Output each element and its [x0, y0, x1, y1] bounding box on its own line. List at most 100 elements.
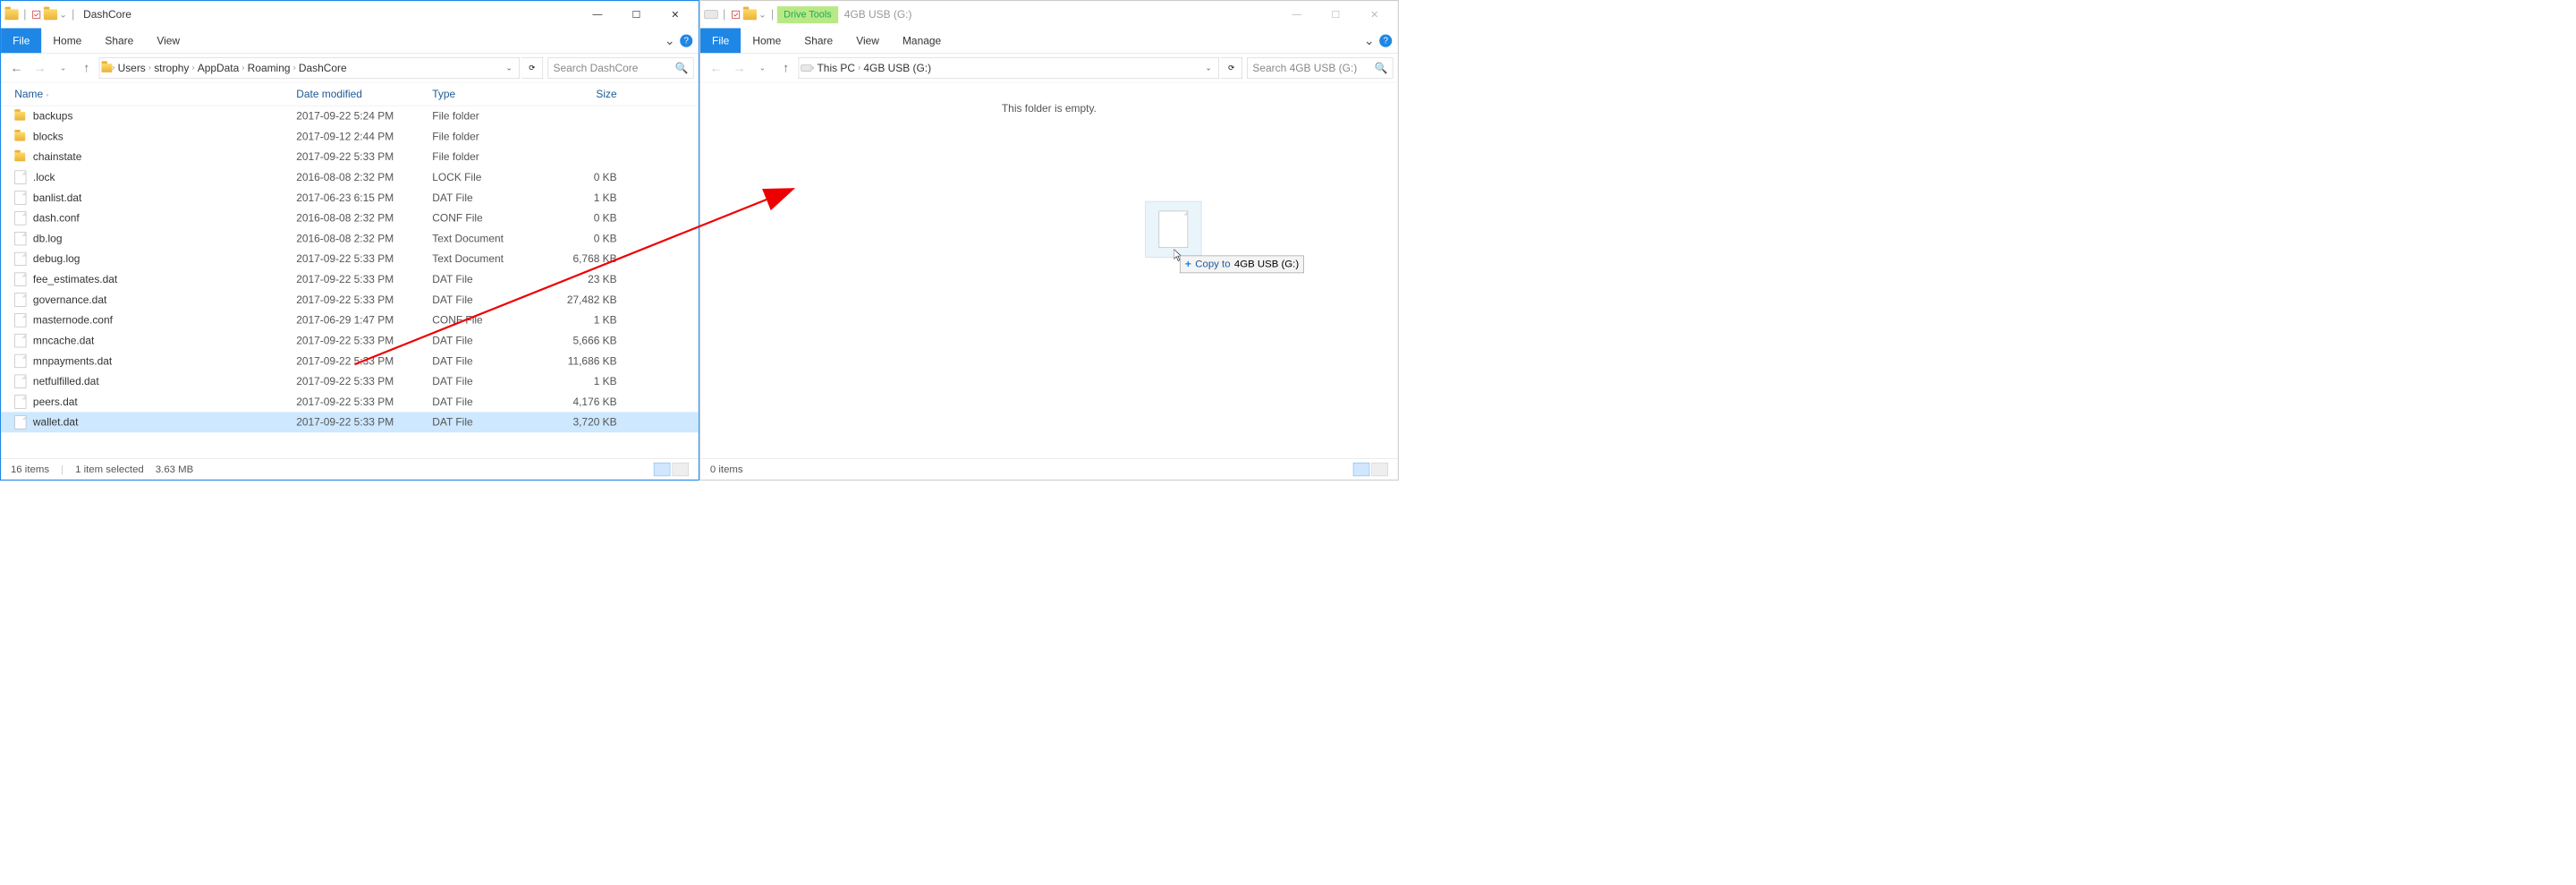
file-list[interactable]: backups2017-09-22 5:24 PMFile folderbloc…	[1, 106, 699, 458]
breadcrumb-part[interactable]: Users	[114, 62, 148, 74]
new-folder-icon[interactable]	[743, 9, 757, 20]
file-row[interactable]: blocks2017-09-12 2:44 PMFile folder	[1, 126, 699, 147]
tab-file[interactable]: File	[700, 28, 741, 53]
file-row[interactable]: masternode.conf2017-06-29 1:47 PMCONF Fi…	[1, 310, 699, 330]
minimize-button[interactable]: —	[578, 3, 616, 27]
drop-target-text: 4GB USB (G:)	[1234, 259, 1299, 270]
close-button[interactable]: ✕	[656, 3, 694, 27]
expand-ribbon-icon[interactable]: ⌄	[1364, 33, 1375, 48]
file-icon	[14, 375, 33, 388]
thumbnails-view-button[interactable]	[1371, 463, 1387, 476]
maximize-button[interactable]: ☐	[1317, 3, 1355, 27]
breadcrumb-part[interactable]: DashCore	[296, 62, 350, 74]
titlebar: | ⌄ | DashCore — ☐ ✕	[1, 1, 699, 28]
quick-access-toolbar: | ⌄ |	[4, 8, 77, 21]
file-row[interactable]: wallet.dat2017-09-22 5:33 PMDAT File3,72…	[1, 412, 699, 432]
status-bar: 16 items | 1 item selected 3.63 MB	[1, 458, 699, 480]
maximize-button[interactable]: ☐	[617, 3, 656, 27]
drop-tooltip: + Copy to 4GB USB (G:)	[1180, 256, 1304, 274]
forward-button[interactable]: →	[30, 57, 51, 79]
content-area[interactable]: This folder is empty. + Copy to 4GB USB …	[700, 82, 1398, 458]
folder-icon	[14, 132, 33, 141]
file-row[interactable]: banlist.dat2017-06-23 6:15 PMDAT File1 K…	[1, 188, 699, 208]
file-row[interactable]: netfulfilled.dat2017-09-22 5:33 PMDAT Fi…	[1, 371, 699, 392]
column-type[interactable]: Type	[432, 88, 558, 100]
expand-ribbon-icon[interactable]: ⌄	[665, 33, 675, 48]
ribbon-tabs: File Home Share View ⌄ ?	[1, 28, 699, 53]
properties-icon[interactable]	[731, 9, 741, 20]
file-icon	[14, 171, 33, 184]
tab-share[interactable]: Share	[792, 28, 844, 53]
file-row[interactable]: .lock2016-08-08 2:32 PMLOCK File0 KB	[1, 167, 699, 188]
close-button[interactable]: ✕	[1355, 3, 1394, 27]
cell-size: 23 KB	[558, 273, 636, 285]
search-input[interactable]: Search DashCore 🔍	[548, 57, 694, 79]
help-icon[interactable]: ?	[680, 34, 692, 47]
back-button[interactable]: ←	[6, 57, 28, 79]
file-row[interactable]: dash.conf2016-08-08 2:32 PMCONF File0 KB	[1, 208, 699, 228]
cell-size: 1 KB	[558, 314, 636, 327]
file-row[interactable]: mnpayments.dat2017-09-22 5:33 PMDAT File…	[1, 351, 699, 371]
file-row[interactable]: chainstate2017-09-22 5:33 PMFile folder	[1, 147, 699, 167]
tab-manage[interactable]: Manage	[891, 28, 953, 53]
back-button[interactable]: ←	[705, 57, 726, 79]
recent-dropdown-icon[interactable]: ⌄	[752, 57, 774, 79]
up-button[interactable]: ↑	[76, 57, 97, 79]
forward-button[interactable]: →	[729, 57, 750, 79]
tab-home[interactable]: Home	[41, 28, 93, 53]
tab-view[interactable]: View	[145, 28, 191, 53]
breadcrumb-part[interactable]: AppData	[195, 62, 242, 74]
column-size[interactable]: Size	[558, 88, 636, 100]
details-view-button[interactable]	[1353, 463, 1369, 476]
search-input[interactable]: Search 4GB USB (G:) 🔍	[1247, 57, 1393, 79]
address-dropdown-icon[interactable]: ⌄	[501, 63, 517, 72]
address-dropdown-icon[interactable]: ⌄	[1200, 63, 1216, 72]
cell-type: Text Document	[432, 252, 558, 265]
tab-file[interactable]: File	[1, 28, 41, 53]
separator: |	[771, 8, 774, 21]
new-folder-icon[interactable]	[44, 9, 57, 20]
file-icon	[14, 415, 33, 429]
file-icon	[14, 395, 33, 408]
qat-dropdown-icon[interactable]: ⌄	[758, 10, 766, 20]
context-tab-drive-tools[interactable]: Drive Tools	[777, 6, 839, 23]
tab-view[interactable]: View	[844, 28, 891, 53]
window-controls: — ☐ ✕	[1277, 3, 1394, 27]
file-row[interactable]: db.log2016-08-08 2:32 PMText Document0 K…	[1, 228, 699, 249]
file-icon	[14, 232, 33, 245]
column-date[interactable]: Date modified	[296, 88, 432, 100]
file-row[interactable]: backups2017-09-22 5:24 PMFile folder	[1, 106, 699, 126]
minimize-button[interactable]: —	[1277, 3, 1316, 27]
properties-icon[interactable]	[31, 9, 42, 20]
cell-size: 1 KB	[558, 191, 636, 204]
file-row[interactable]: peers.dat2017-09-22 5:33 PMDAT File4,176…	[1, 392, 699, 413]
breadcrumb-part[interactable]: 4GB USB (G:)	[860, 62, 934, 74]
cell-name: db.log	[33, 233, 296, 245]
breadcrumb-part[interactable]: This PC	[814, 62, 858, 74]
file-row[interactable]: fee_estimates.dat2017-09-22 5:33 PMDAT F…	[1, 269, 699, 290]
tab-home[interactable]: Home	[741, 28, 792, 53]
file-row[interactable]: mncache.dat2017-09-22 5:33 PMDAT File5,6…	[1, 330, 699, 351]
address-bar[interactable]: › This PC › 4GB USB (G:) ⌄	[799, 57, 1219, 79]
cell-type: DAT File	[432, 416, 558, 429]
refresh-button[interactable]: ⟳	[521, 57, 543, 79]
help-icon[interactable]: ?	[1379, 34, 1392, 47]
tab-share[interactable]: Share	[93, 28, 145, 53]
address-bar[interactable]: › Users › strophy › AppData › Roaming › …	[99, 57, 520, 79]
qat-dropdown-icon[interactable]: ⌄	[59, 10, 66, 20]
column-name[interactable]: Name▴	[14, 88, 296, 100]
breadcrumb-part[interactable]: Roaming	[244, 62, 292, 74]
file-row[interactable]: governance.dat2017-09-22 5:33 PMDAT File…	[1, 290, 699, 311]
refresh-button[interactable]: ⟳	[1221, 57, 1242, 79]
details-view-button[interactable]	[654, 463, 670, 476]
file-row[interactable]: debug.log2017-09-22 5:33 PMText Document…	[1, 249, 699, 269]
up-button[interactable]: ↑	[775, 57, 797, 79]
breadcrumb-part[interactable]: strophy	[151, 62, 192, 74]
item-count: 0 items	[710, 464, 743, 475]
view-switcher	[654, 463, 689, 476]
folder-icon	[101, 64, 112, 72]
recent-dropdown-icon[interactable]: ⌄	[53, 57, 74, 79]
cell-name: peers.dat	[33, 396, 296, 408]
file-icon	[14, 313, 33, 327]
thumbnails-view-button[interactable]	[673, 463, 689, 476]
